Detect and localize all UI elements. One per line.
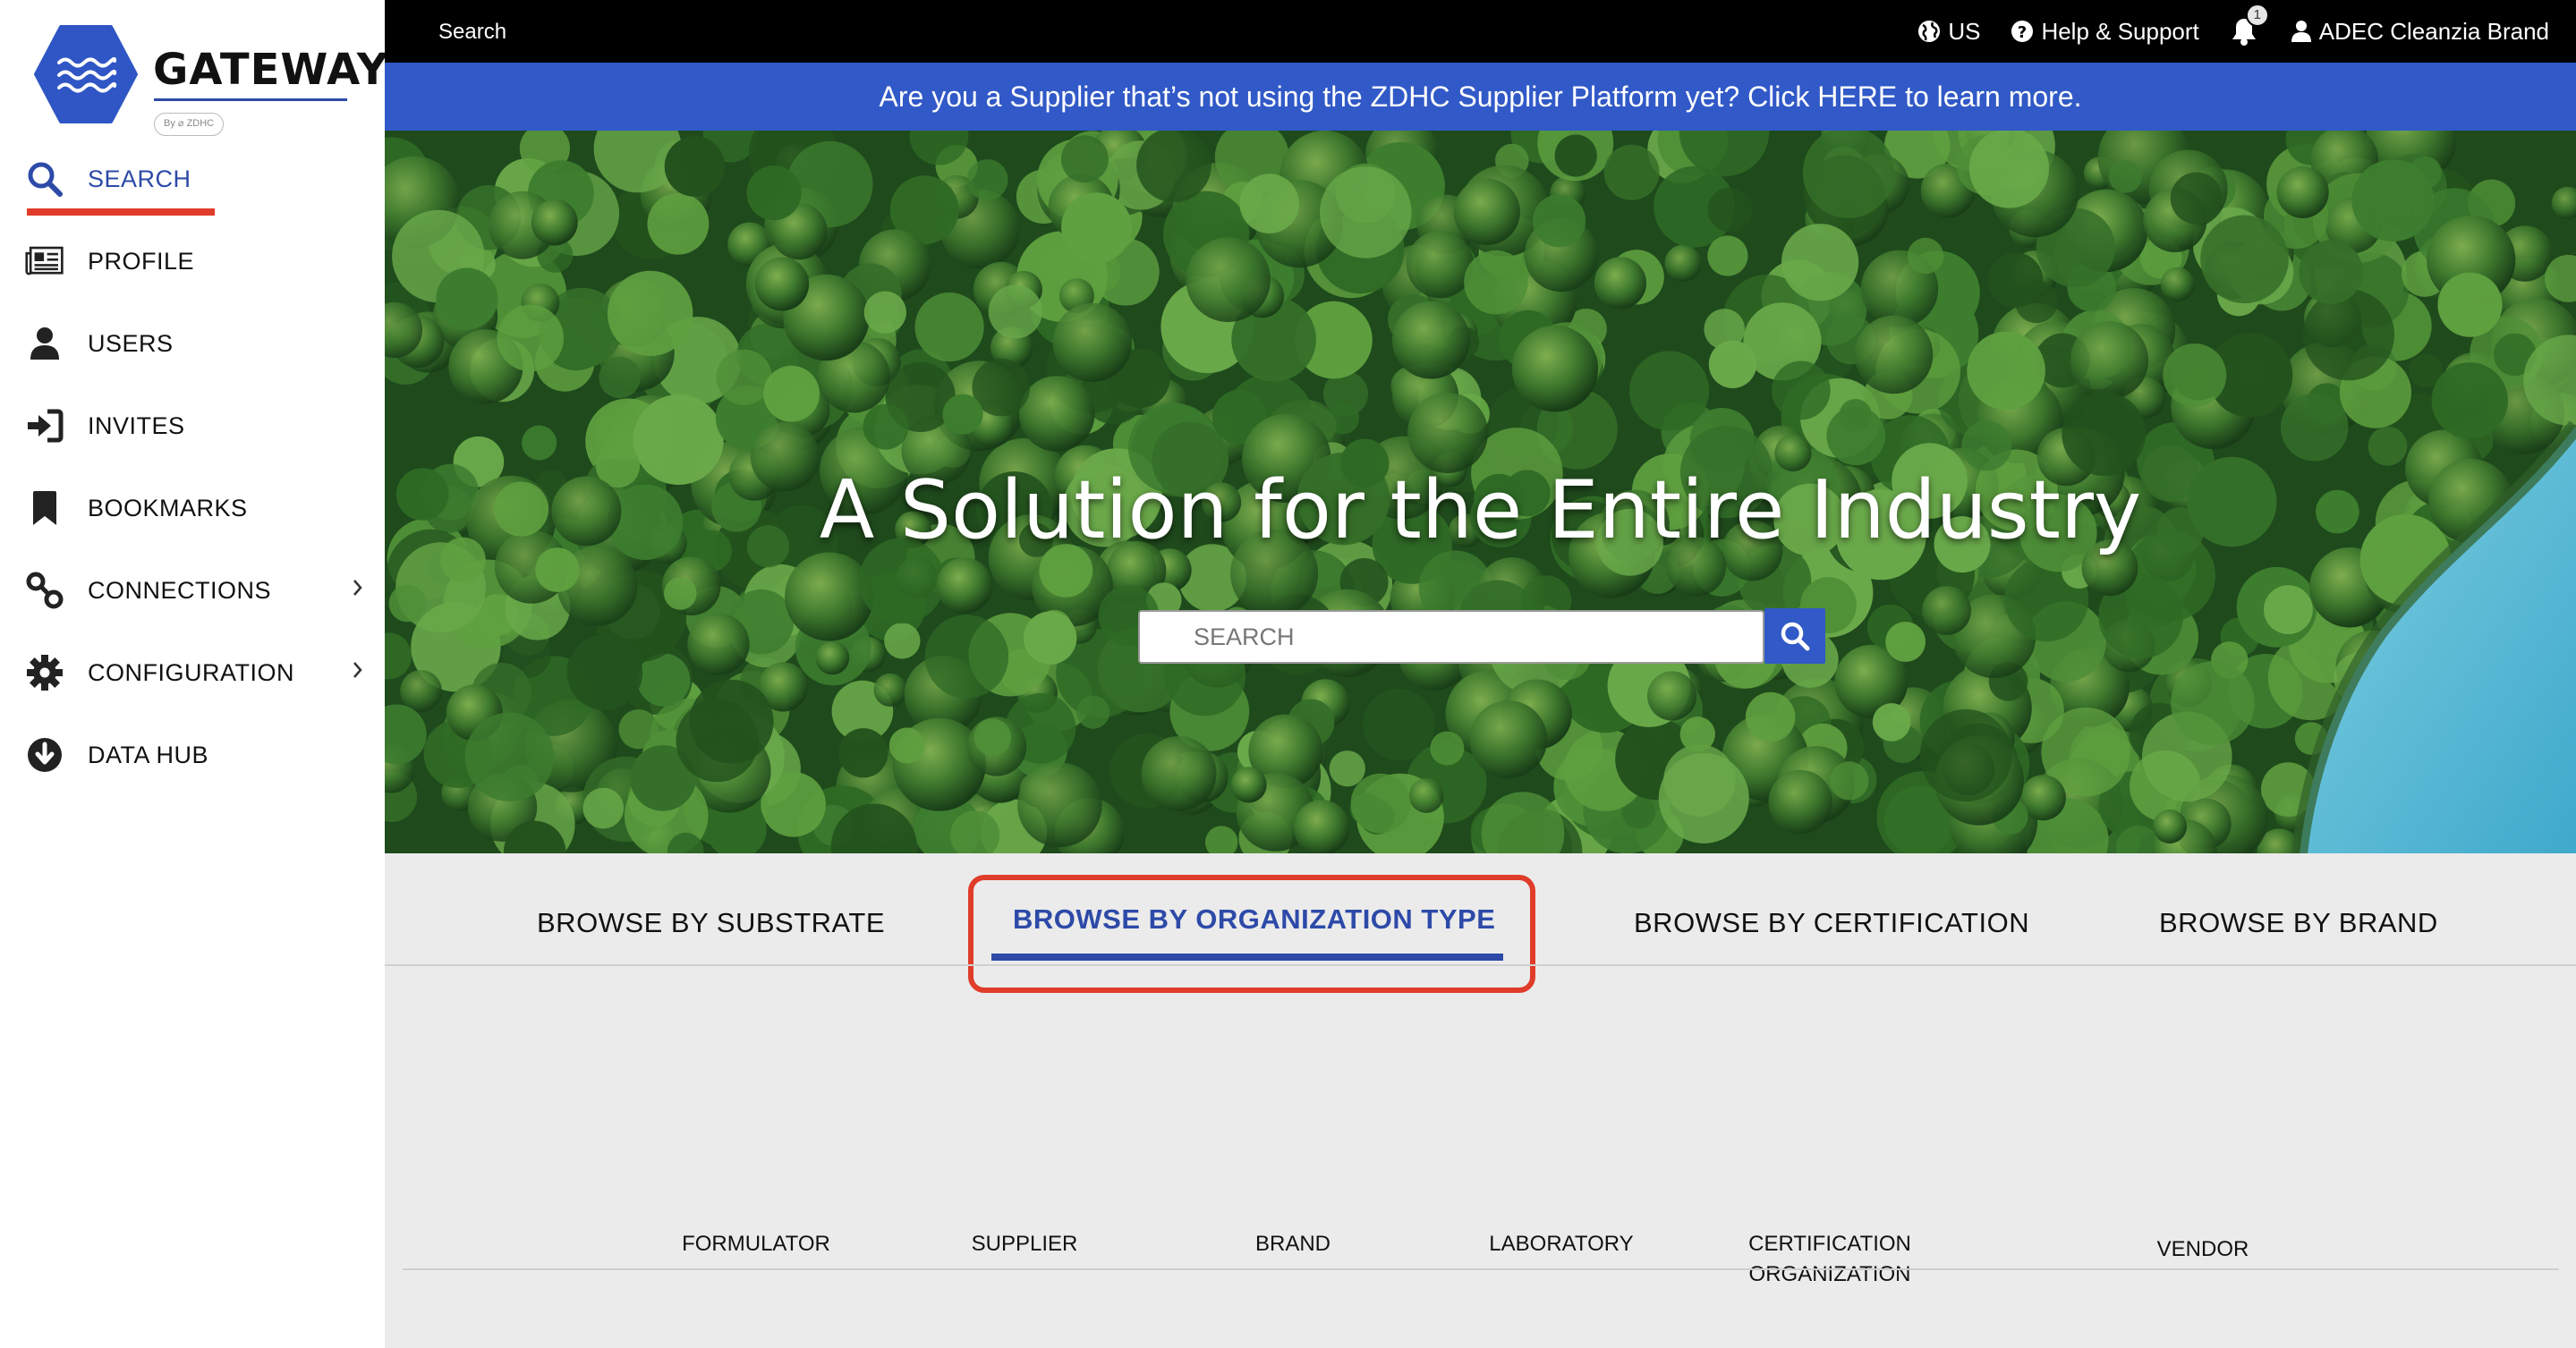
- sidebar-item-label: INVITES: [88, 411, 185, 439]
- sidebar-item-profile[interactable]: PROFILE: [25, 234, 365, 288]
- search-icon: [25, 159, 64, 199]
- newspaper-icon: [25, 242, 64, 281]
- download-circle-icon: [25, 735, 64, 775]
- brand-rule: [154, 98, 347, 101]
- sidebar-item-bookmarks[interactable]: BOOKMARKS: [25, 481, 365, 535]
- active-nav-indicator: [27, 208, 215, 216]
- sidebar-item-configuration[interactable]: CONFIGURATION: [25, 646, 365, 699]
- org-type-laboratory[interactable]: LABORATORY: [1432, 1229, 1691, 1259]
- gateway-logo-icon: [34, 25, 138, 123]
- sidebar-item-label: BOOKMARKS: [88, 494, 248, 521]
- hero-search-button[interactable]: [1764, 608, 1825, 664]
- hero-title: A Solution for the Entire Industry: [819, 463, 2142, 557]
- tab-browse-by-brand[interactable]: BROWSE BY BRAND: [2159, 907, 2438, 939]
- notification-count-badge: 1: [2245, 4, 2269, 27]
- tab-browse-by-substrate[interactable]: BROWSE BY SUBSTRATE: [537, 907, 885, 939]
- top-bar: Search US ? Help & Support 1 ADEC Cleanz…: [385, 0, 2576, 63]
- sidebar-item-label: PROFILE: [88, 247, 195, 275]
- sidebar-item-label: CONNECTIONS: [88, 576, 272, 604]
- svg-text:?: ?: [2018, 23, 2027, 42]
- notifications-button[interactable]: 1: [2230, 4, 2269, 47]
- org-type-label-line-2: ORGANIZATION: [1748, 1262, 1911, 1286]
- brand-title: GATEWAY: [153, 45, 389, 95]
- sidebar-item-data-hub[interactable]: DATA HUB: [25, 728, 365, 782]
- sidebar-item-label: USERS: [88, 329, 174, 357]
- bookmark-icon: [25, 488, 64, 528]
- supplier-platform-banner[interactable]: Are you a Supplier that’s not using the …: [385, 63, 2576, 131]
- org-type-supplier[interactable]: SUPPLIER: [895, 1229, 1154, 1259]
- region-selector[interactable]: US: [1917, 18, 1980, 46]
- active-tab-highlight-box: [968, 875, 1535, 993]
- hero-section: A Solution for the Entire Industry: [385, 131, 2576, 853]
- sidebar-item-label: DATA HUB: [88, 741, 209, 768]
- help-support-link[interactable]: ? Help & Support: [2011, 17, 2199, 46]
- question-circle-icon: ?: [2011, 21, 2034, 42]
- sidebar: GATEWAY By ⌀ ZDHC SEARCH PROFILE USERS I…: [0, 0, 387, 1348]
- org-type-label-line-1: CERTIFICATION: [1748, 1232, 1911, 1256]
- org-types-divider: [403, 1268, 2559, 1270]
- link-icon: [25, 571, 64, 610]
- sign-in-icon: [25, 406, 64, 445]
- chevron-right-icon: [351, 658, 365, 686]
- hero-search-input[interactable]: [1140, 612, 1763, 662]
- topbar-page-title: Search: [438, 20, 507, 44]
- sidebar-item-connections[interactable]: CONNECTIONS: [25, 564, 365, 617]
- hero-search-box: [1138, 610, 1764, 664]
- topbar-actions: US ? Help & Support 1 ADEC Cleanzia Bran…: [1917, 0, 2549, 63]
- region-label: US: [1948, 17, 1981, 45]
- user-icon: [25, 324, 64, 363]
- help-support-label: Help & Support: [2041, 17, 2199, 45]
- user-menu[interactable]: ADEC Cleanzia Brand: [2291, 18, 2549, 46]
- user-icon: [2291, 21, 2311, 42]
- org-type-brand[interactable]: BRAND: [1163, 1229, 1423, 1259]
- sidebar-item-label: SEARCH: [88, 165, 191, 192]
- chevron-right-icon: [351, 576, 365, 604]
- globe-icon: [1918, 21, 1941, 42]
- sidebar-item-search[interactable]: SEARCH: [25, 152, 365, 206]
- org-type-certification-organization[interactable]: CERTIFICATION ORGANIZATION: [1700, 1229, 1960, 1290]
- tabs-divider: [385, 964, 2576, 966]
- user-name: ADEC Cleanzia Brand: [2318, 17, 2549, 45]
- search-icon: [1781, 622, 1810, 651]
- gateway-logo[interactable]: GATEWAY By ⌀ ZDHC: [34, 25, 387, 136]
- sidebar-item-invites[interactable]: INVITES: [25, 399, 365, 453]
- org-type-formulator[interactable]: FORMULATOR: [626, 1229, 886, 1259]
- sidebar-item-label: CONFIGURATION: [88, 658, 294, 686]
- tab-browse-by-certification[interactable]: BROWSE BY CERTIFICATION: [1634, 907, 2029, 939]
- gear-icon: [25, 653, 64, 692]
- browse-section: BROWSE BY SUBSTRATE BROWSE BY ORGANIZATI…: [385, 853, 2576, 1348]
- brand-byline: By ⌀ ZDHC: [154, 113, 225, 136]
- sidebar-item-users[interactable]: USERS: [25, 317, 365, 370]
- org-type-vendor[interactable]: VENDOR: [2073, 1234, 2333, 1265]
